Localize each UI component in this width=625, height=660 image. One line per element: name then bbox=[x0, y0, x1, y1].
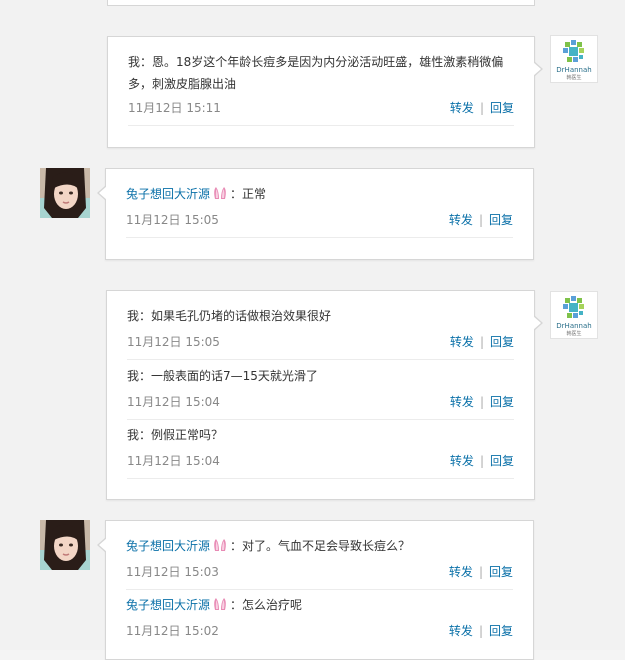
user-message-bubble: 兔子想回大沂源 ：对了。气血不足会导致长痘么？ 11月12日 15:03 转发 | 回… bbox=[97, 520, 534, 660]
message-text: 我：一般表面的话7—15天就光滑了 bbox=[127, 369, 318, 383]
message-text: ：正常 bbox=[230, 187, 267, 201]
doctor-avatar[interactable]: DrHannah 韩医生 bbox=[550, 291, 598, 339]
reply-link[interactable]: 回复 bbox=[490, 101, 514, 115]
message-item: 我：一般表面的话7—15天就光滑了 11月12日 15:04 转发 | 回复 bbox=[127, 365, 514, 420]
message-item: 兔子想回大沂源 ：正常 11月12日 15:05 转发 | 回复 bbox=[126, 183, 513, 238]
message-text: ：对了。气血不足会导致长痘么？ bbox=[230, 539, 411, 553]
reply-link[interactable]: 回复 bbox=[489, 565, 513, 579]
user-message-bubble: 兔子想回大沂源 ：正常 11月12日 15:05 转发 | 回复 bbox=[97, 168, 534, 260]
doctor-avatar[interactable]: DrHannah 韩医生 bbox=[550, 35, 598, 83]
drhannah-logo-icon: DrHannah 韩医生 bbox=[556, 296, 592, 337]
message-text: 我：恩。18岁这个年龄长痘多是因为内分泌活动旺盛，雄性激素稍微偏多，刺激皮脂腺出… bbox=[128, 55, 504, 91]
forward-link[interactable]: 转发 bbox=[449, 624, 473, 638]
user-avatar[interactable] bbox=[40, 168, 90, 218]
forward-link[interactable]: 转发 bbox=[449, 213, 473, 227]
message-item: 兔子想回大沂源 ：对了。气血不足会导致长痘么？ 11月12日 15:03 转发 | 回… bbox=[126, 535, 513, 590]
user-name-link[interactable]: 兔子想回大沂源 bbox=[126, 598, 210, 612]
svg-text:韩医生: 韩医生 bbox=[566, 330, 581, 337]
user-name-link[interactable]: 兔子想回大沂源 bbox=[126, 539, 210, 553]
forward-link[interactable]: 转发 bbox=[450, 454, 474, 468]
message-item: 我：如果毛孔仍堵的话做根治效果很好 11月12日 15:05 转发 | 回复 bbox=[127, 305, 514, 360]
message-text: ：怎么治疗呢 bbox=[230, 598, 303, 612]
user-photo-icon bbox=[40, 168, 90, 218]
reply-link[interactable]: 回复 bbox=[490, 454, 514, 468]
bunny-ears-icon bbox=[214, 187, 226, 199]
message-item: 我：恩。18岁这个年龄长痘多是因为内分泌活动旺盛，雄性激素稍微偏多，刺激皮脂腺出… bbox=[128, 51, 514, 126]
message-time: 11月12日 15:11 bbox=[128, 101, 221, 115]
message-time: 11月12日 15:05 bbox=[127, 335, 220, 349]
doctor-message-bubble: 我：恩。18岁这个年龄长痘多是因为内分泌活动旺盛，雄性激素稍微偏多，刺激皮脂腺出… bbox=[107, 36, 543, 148]
user-name-link[interactable]: 兔子想回大沂源 bbox=[126, 187, 210, 201]
reply-link[interactable]: 回复 bbox=[490, 335, 514, 349]
message-item: 我：例假正常吗？ 11月12日 15:04 转发 | 回复 bbox=[127, 424, 514, 479]
message-time: 11月12日 15:04 bbox=[127, 395, 220, 409]
user-avatar[interactable] bbox=[40, 520, 90, 570]
forward-link[interactable]: 转发 bbox=[450, 335, 474, 349]
bunny-ears-icon bbox=[214, 539, 226, 551]
svg-text:DrHannah: DrHannah bbox=[556, 66, 591, 74]
svg-text:DrHannah: DrHannah bbox=[556, 322, 591, 330]
message-time: 11月12日 15:05 bbox=[126, 213, 219, 227]
reply-link[interactable]: 回复 bbox=[490, 395, 514, 409]
message-item: 兔子想回大沂源 ：怎么治疗呢 11月12日 15:02 转发 | 回复 bbox=[126, 598, 513, 638]
bunny-ears-icon bbox=[214, 598, 226, 610]
reply-link[interactable]: 回复 bbox=[489, 213, 513, 227]
message-time: 11月12日 15:02 bbox=[126, 624, 219, 638]
previous-bubble-edge bbox=[107, 0, 535, 6]
reply-link[interactable]: 回复 bbox=[489, 624, 513, 638]
message-text: 我：例假正常吗？ bbox=[127, 428, 224, 442]
doctor-message-bubble: 我：如果毛孔仍堵的话做根治效果很好 11月12日 15:05 转发 | 回复 我：一… bbox=[106, 290, 543, 500]
user-photo-icon bbox=[40, 520, 90, 570]
forward-link[interactable]: 转发 bbox=[449, 565, 473, 579]
forward-link[interactable]: 转发 bbox=[450, 395, 474, 409]
drhannah-logo-icon: DrHannah 韩医生 bbox=[556, 40, 592, 81]
message-time: 11月12日 15:04 bbox=[127, 454, 220, 468]
message-time: 11月12日 15:03 bbox=[126, 565, 219, 579]
svg-text:韩医生: 韩医生 bbox=[566, 74, 581, 81]
forward-link[interactable]: 转发 bbox=[450, 101, 474, 115]
message-text: 我：如果毛孔仍堵的话做根治效果很好 bbox=[127, 309, 332, 323]
